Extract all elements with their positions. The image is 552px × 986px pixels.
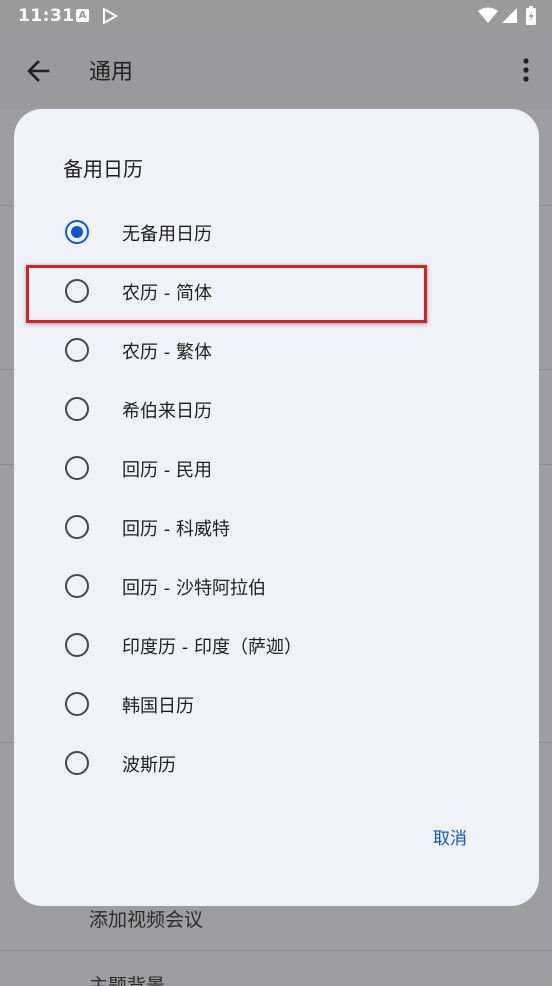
option-label: 回历 - 沙特阿拉伯 bbox=[122, 578, 266, 599]
option-label: 希伯来日历 bbox=[122, 401, 212, 422]
radio-button[interactable] bbox=[65, 220, 89, 244]
radio-button[interactable] bbox=[65, 692, 89, 716]
option-chinese-traditional[interactable]: 农历 - 繁体 bbox=[14, 320, 539, 379]
radio-button[interactable] bbox=[65, 574, 89, 598]
option-label: 回历 - 科威特 bbox=[122, 519, 230, 540]
play-store-icon bbox=[103, 8, 118, 24]
back-arrow-icon[interactable] bbox=[26, 58, 52, 84]
list-divider bbox=[0, 950, 552, 951]
list-item-theme[interactable]: 主题背景 bbox=[89, 971, 165, 986]
option-label: 印度历 - 印度（萨迦） bbox=[122, 637, 302, 658]
radio-button[interactable] bbox=[65, 751, 89, 775]
option-hijri-civil[interactable]: 回历 - 民用 bbox=[14, 438, 539, 497]
radio-button[interactable] bbox=[65, 338, 89, 362]
battery-icon bbox=[526, 6, 536, 25]
option-indian-saka[interactable]: 印度历 - 印度（萨迦） bbox=[14, 615, 539, 674]
option-label: 回历 - 民用 bbox=[122, 460, 212, 481]
app-bar: 通用 bbox=[0, 32, 552, 109]
dialog-title: 备用日历 bbox=[63, 157, 143, 181]
option-hebrew[interactable]: 希伯来日历 bbox=[14, 379, 539, 438]
option-hijri-kuwait[interactable]: 回历 - 科威特 bbox=[14, 497, 539, 556]
option-hijri-saudi[interactable]: 回历 - 沙特阿拉伯 bbox=[14, 556, 539, 615]
option-chinese-simplified[interactable]: 农历 - 简体 bbox=[14, 261, 539, 320]
a-notification-icon: A bbox=[76, 9, 89, 22]
more-vert-icon[interactable] bbox=[514, 54, 538, 86]
signal-icon bbox=[502, 8, 517, 23]
option-none[interactable]: 无备用日历 bbox=[14, 202, 539, 261]
radio-button[interactable] bbox=[65, 456, 89, 480]
option-persian[interactable]: 波斯历 bbox=[14, 733, 539, 792]
option-label: 波斯历 bbox=[122, 755, 176, 776]
radio-button[interactable] bbox=[65, 633, 89, 657]
status-time: 11:31 bbox=[18, 6, 75, 26]
option-label: 韩国日历 bbox=[122, 696, 194, 717]
radio-button[interactable] bbox=[65, 279, 89, 303]
radio-button[interactable] bbox=[65, 397, 89, 421]
page-title: 通用 bbox=[89, 60, 134, 85]
status-bar: 11:31 A bbox=[0, 0, 552, 32]
alternate-calendar-dialog: 备用日历 无备用日历 农历 - 简体 农历 - 繁体 希伯来日历 回历 - 民用… bbox=[14, 109, 539, 906]
option-label: 农历 - 简体 bbox=[122, 283, 212, 304]
option-label: 无备用日历 bbox=[122, 224, 212, 245]
wifi-icon bbox=[478, 7, 498, 23]
list-item-video-conference[interactable]: 添加视频会议 bbox=[89, 905, 203, 932]
option-label: 农历 - 繁体 bbox=[122, 342, 212, 363]
option-korean[interactable]: 韩国日历 bbox=[14, 674, 539, 733]
cancel-button[interactable]: 取消 bbox=[420, 824, 480, 854]
radio-button[interactable] bbox=[65, 515, 89, 539]
